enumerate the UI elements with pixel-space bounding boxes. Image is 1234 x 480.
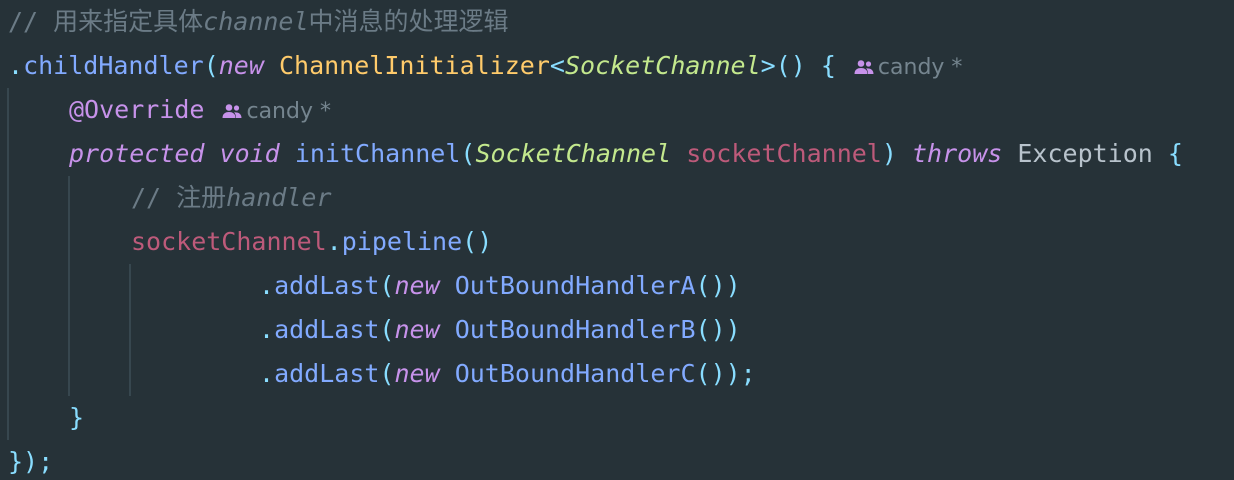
code-line-7[interactable]: .addLast(new OutBoundHandlerA()) (259, 264, 741, 308)
call-close: ()) (695, 315, 741, 344)
people-icon (854, 60, 874, 74)
dot: . (326, 227, 342, 256)
handler-class: OutBoundHandlerB (454, 315, 696, 344)
code-line-3[interactable]: @Override candy * (69, 88, 331, 132)
code-line-2[interactable]: .childHandler(new ChannelInitializer<Soc… (8, 44, 962, 88)
author-hint[interactable]: candy * (222, 99, 331, 124)
code-line-5[interactable]: // 注册handler (131, 176, 332, 220)
dot: . (259, 359, 275, 388)
indent-guide (7, 88, 9, 440)
code-line-11[interactable]: }); (8, 440, 53, 480)
code-line-4[interactable]: protected void initChannel(SocketChannel… (69, 132, 1183, 176)
annotation: @Override (69, 95, 205, 124)
parameter-name: socketChannel (686, 139, 882, 168)
author-hint[interactable]: candy * (854, 55, 963, 80)
keyword-new: new (394, 359, 440, 388)
method-name: addLast (274, 271, 380, 300)
paren-open: ( (460, 139, 476, 168)
code-line-9[interactable]: .addLast(new OutBoundHandlerC()); (259, 352, 756, 396)
dot: . (8, 51, 24, 80)
keyword-throws: throws (911, 139, 1003, 168)
method-name: childHandler (23, 51, 204, 80)
brace-close: } (69, 403, 85, 432)
keyword-new: new (394, 271, 440, 300)
people-icon (222, 104, 242, 118)
keyword-protected: protected (69, 139, 205, 168)
code-line-10[interactable]: } (69, 396, 84, 440)
comment-text-italic: handler (226, 183, 332, 212)
type-name: SocketChannel (475, 139, 672, 168)
code-editor[interactable]: // 用来指定具体channel中消息的处理逻辑 .childHandler(n… (0, 0, 1234, 480)
parens: () (462, 227, 493, 256)
paren-open: ( (379, 315, 395, 344)
paren-open: ( (203, 51, 219, 80)
brace-open: { (1167, 139, 1183, 168)
dot: . (259, 315, 275, 344)
handler-class: OutBoundHandlerC (454, 359, 696, 388)
code-line-1[interactable]: // 用来指定具体channel中消息的处理逻辑 (8, 0, 509, 44)
comment-text: // 注册 (131, 183, 227, 212)
code-line-6[interactable]: socketChannel.pipeline() (131, 220, 492, 264)
class-name: ChannelInitializer (278, 51, 550, 80)
method-name: addLast (274, 315, 380, 344)
paren-open: ( (379, 271, 395, 300)
generic-close: > (760, 51, 776, 80)
closing-brackets: }); (8, 447, 54, 476)
code-line-8[interactable]: .addLast(new OutBoundHandlerB()) (259, 308, 741, 352)
indent-guide (68, 176, 70, 396)
handler-class: OutBoundHandlerA (454, 271, 696, 300)
call-brace: () { (775, 51, 836, 80)
indent-guide (129, 264, 131, 396)
exception-class: Exception (1017, 139, 1153, 168)
keyword-new: new (394, 315, 440, 344)
keyword-new: new (218, 51, 264, 80)
comment-text: // 用来指定具体 (8, 7, 204, 36)
paren-open: ( (379, 359, 395, 388)
author-label: candy * (877, 55, 963, 80)
comment-text-italic: channel (203, 7, 309, 36)
generic-open: < (549, 51, 565, 80)
method-name: pipeline (341, 227, 463, 256)
call-close: ()); (695, 359, 756, 388)
type-name: SocketChannel (564, 51, 761, 80)
variable-name: socketChannel (131, 227, 327, 256)
comment-text-tail: 中消息的处理逻辑 (308, 7, 509, 36)
paren-close: ) (881, 139, 897, 168)
keyword-void: void (219, 139, 280, 168)
method-name: addLast (274, 359, 380, 388)
author-label: candy * (246, 99, 331, 124)
call-close: ()) (695, 271, 741, 300)
dot: . (259, 271, 275, 300)
method-name: initChannel (294, 139, 461, 168)
